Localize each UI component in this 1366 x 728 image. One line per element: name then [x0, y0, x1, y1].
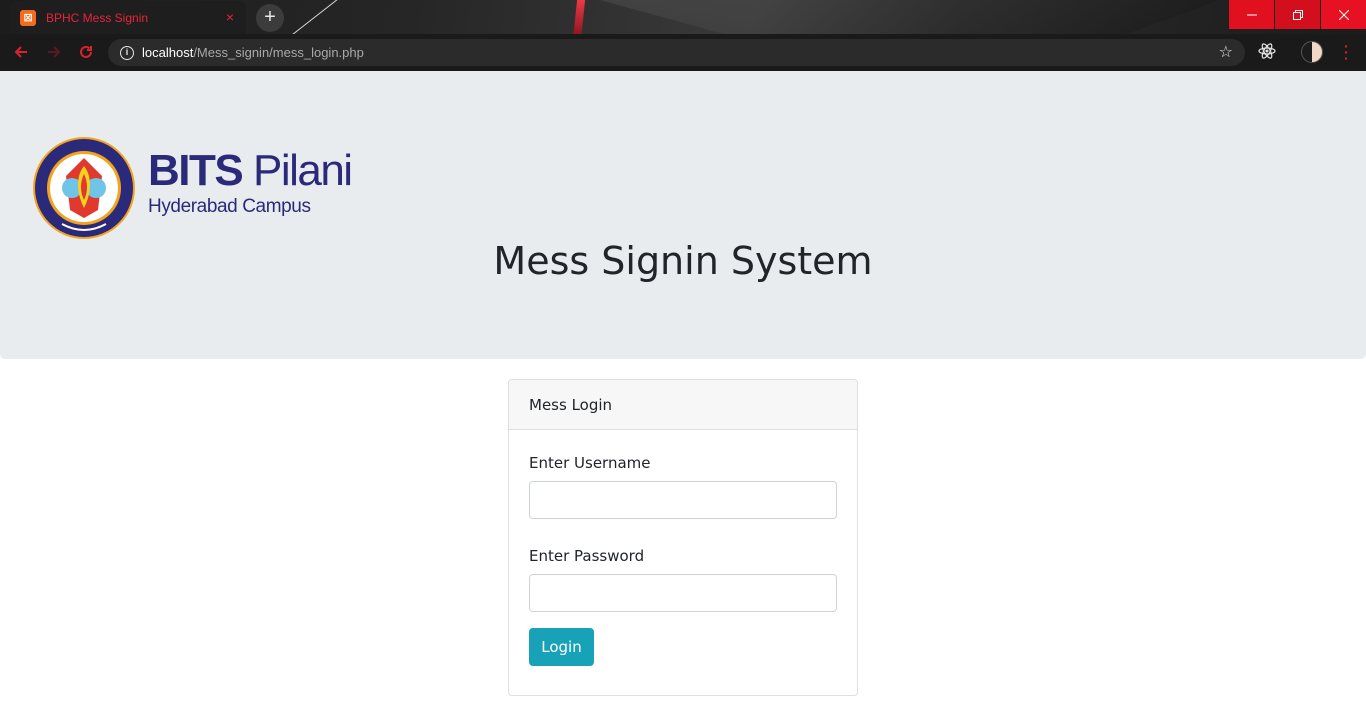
- browser-chrome: ⊠ BPHC Mess Signin × + i localhost/Mess_…: [0, 0, 1366, 71]
- back-arrow-icon[interactable]: [10, 43, 32, 63]
- browser-menu-icon[interactable]: ⋮: [1337, 41, 1355, 63]
- page-header-jumbotron: BITS Pilani Hyderabad Campus Mess Signin…: [0, 71, 1366, 359]
- url-text: localhost/Mess_signin/mess_login.php: [142, 45, 364, 60]
- restore-window-button[interactable]: [1275, 0, 1320, 29]
- xampp-favicon-icon: ⊠: [20, 9, 36, 26]
- browser-toolbar: i localhost/Mess_signin/mess_login.php ☆…: [0, 34, 1366, 71]
- password-input[interactable]: [529, 574, 837, 612]
- close-tab-icon[interactable]: ×: [222, 9, 238, 25]
- minimize-window-button[interactable]: [1229, 0, 1274, 29]
- url-host: localhost: [142, 45, 194, 60]
- minimize-icon: [1246, 14, 1257, 15]
- react-extension-icon[interactable]: [1257, 42, 1277, 62]
- login-card-header: Mess Login: [509, 380, 857, 430]
- bookmark-star-icon[interactable]: ☆: [1219, 42, 1233, 62]
- restore-icon: [1292, 9, 1303, 20]
- login-button[interactable]: Login: [529, 628, 594, 666]
- logo-brand-bold: BITS: [148, 146, 244, 195]
- logo-subtitle: Hyderabad Campus: [148, 196, 311, 217]
- logo-brand-regular: Pilani: [252, 146, 353, 195]
- forward-arrow-icon[interactable]: [43, 43, 65, 63]
- login-form: Enter Username Enter Password Login: [509, 430, 857, 690]
- reload-icon[interactable]: [75, 43, 97, 63]
- page-title: Mess Signin System: [493, 239, 873, 283]
- close-window-button[interactable]: [1321, 0, 1366, 29]
- bits-seal-icon: [33, 137, 135, 239]
- url-path: /Mess_signin/mess_login.php: [193, 45, 364, 60]
- tab-title: BPHC Mess Signin: [46, 10, 149, 25]
- username-input[interactable]: [529, 481, 837, 519]
- site-info-icon[interactable]: i: [120, 45, 134, 60]
- background-decoration: [289, 0, 346, 37]
- background-decoration: [600, 0, 1220, 34]
- new-tab-button[interactable]: +: [256, 4, 284, 32]
- close-icon: [1338, 9, 1349, 20]
- profile-avatar[interactable]: [1301, 41, 1323, 63]
- browser-tab[interactable]: ⊠ BPHC Mess Signin ×: [10, 1, 246, 34]
- username-label: Enter Username: [529, 454, 651, 472]
- password-label: Enter Password: [529, 547, 645, 565]
- logo-brand-name: BITS Pilani: [148, 146, 353, 196]
- login-card: Mess Login Enter Username Enter Password…: [508, 379, 858, 696]
- address-bar[interactable]: i localhost/Mess_signin/mess_login.php ☆: [108, 39, 1245, 66]
- bits-pilani-logo: BITS Pilani Hyderabad Campus: [32, 136, 353, 242]
